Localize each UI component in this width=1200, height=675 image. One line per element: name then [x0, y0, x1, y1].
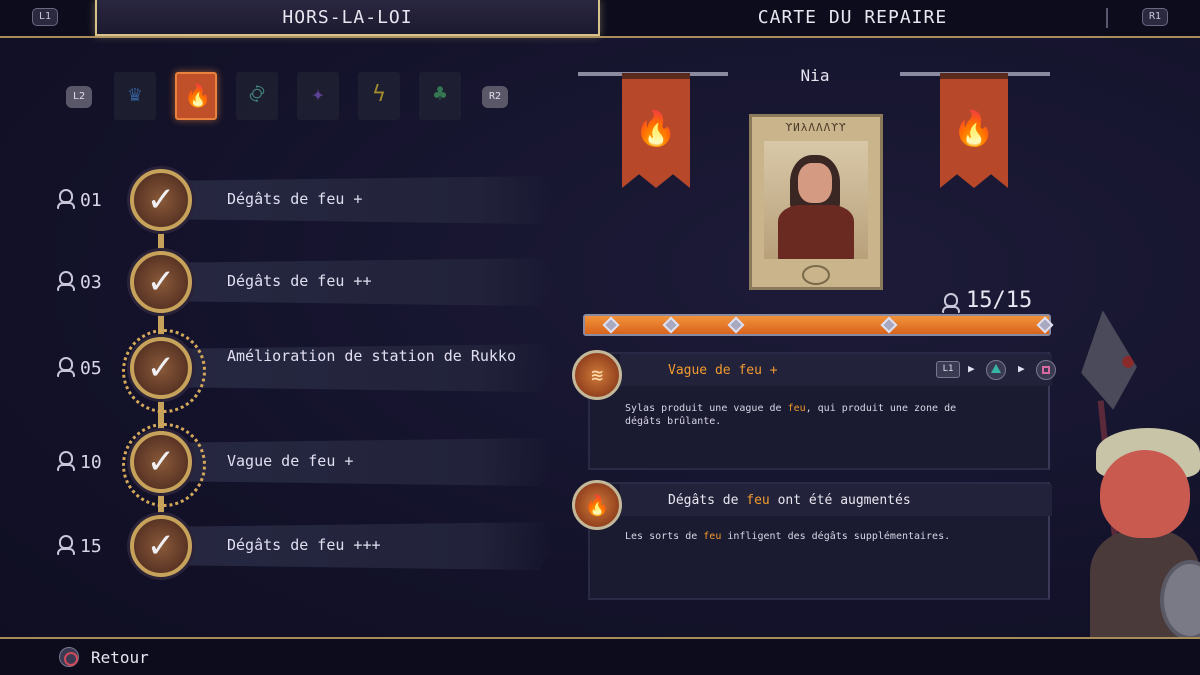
arrow-right-icon: ▶	[1018, 362, 1025, 375]
hooded-figure-icon	[55, 188, 77, 210]
ability-card-fire-damage: Dégâts de feu ont été augmentés 🔥 Les so…	[572, 480, 1052, 600]
card-description: Sylas produit une vague de feu, qui prod…	[625, 402, 965, 428]
poster-title: ϒͶλΛΛΛϒϒ	[785, 121, 847, 134]
goblin-character-art	[1060, 307, 1200, 640]
r2-shoulder-button[interactable]: R2	[482, 86, 508, 108]
skill-unlocked-medal: ✓	[130, 251, 192, 313]
skill-screen: L1 HORS-LA-LOI CARTE DU REPAIRE R1 L2 ♛ 🔥…	[0, 0, 1200, 675]
fire-banner-right: 🔥	[940, 73, 1008, 188]
card-title: Vague de feu +	[668, 363, 778, 378]
skill-unlocked-medal: ✓	[130, 515, 192, 577]
desc-text: Les sorts de	[625, 531, 704, 542]
tab-divider	[1106, 8, 1108, 28]
wind-icon: ࿂	[248, 82, 266, 107]
skill-level: 05	[80, 358, 102, 379]
skill-name: Dégâts de feu +	[227, 190, 363, 208]
portrait-face	[798, 163, 832, 203]
hood-glyph	[940, 292, 962, 314]
skill-level: 15	[80, 536, 102, 557]
title-text: Dégâts de	[668, 493, 747, 508]
skill-row[interactable]: 03 ✓ Dégâts de feu ++	[0, 251, 560, 313]
l2-shoulder-button[interactable]: L2	[66, 86, 92, 108]
skill-unlocked-medal: ✓	[130, 169, 192, 231]
skill-level: 03	[80, 272, 102, 293]
title-text: ont été augmentés	[769, 493, 911, 508]
bottom-bar: Retour	[0, 637, 1200, 675]
skill-row[interactable]: 01 ✓ Dégâts de feu +	[0, 169, 560, 231]
circle-button-icon[interactable]	[59, 647, 79, 667]
desc-highlight: feu	[787, 403, 806, 414]
flame-icon: 🔥	[572, 480, 622, 530]
character-face	[1100, 450, 1190, 538]
category-tab[interactable]: 🔥	[175, 72, 217, 120]
category-tab[interactable]: ♛	[114, 72, 156, 120]
butterfly-icon: ✦	[311, 82, 325, 107]
fire-icon: 🔥	[952, 109, 996, 149]
top-tab-bar: L1 HORS-LA-LOI CARTE DU REPAIRE R1	[0, 0, 1200, 38]
checkmark-icon: ✓	[146, 262, 176, 302]
fire-banner-left: 🔥	[622, 73, 690, 188]
fire-wave-icon: ≋	[572, 350, 622, 400]
arrow-right-icon: ▶	[968, 362, 975, 375]
hooded-figure-icon	[55, 270, 77, 292]
skill-row[interactable]: 15 ✓ Dégâts de feu +++	[0, 515, 560, 577]
hooded-figure-icon	[55, 356, 77, 378]
checkmark-icon: ✓	[146, 348, 176, 388]
ability-card-fire-wave: Vague de feu + L1 ▶ ▶ ≋ Sylas produit un…	[572, 350, 1056, 470]
tab-hors-la-loi[interactable]: HORS-LA-LOI	[95, 0, 600, 36]
card-header: Vague de feu + L1 ▶ ▶	[620, 354, 1056, 386]
category-tab[interactable]: ✦	[297, 72, 339, 120]
skill-row[interactable]: 05 ✓ Amélioration de station de Rukko	[0, 329, 560, 413]
square-button-icon	[1036, 360, 1056, 380]
checkmark-icon: ✓	[146, 526, 176, 566]
crown-icon: ♛	[128, 82, 142, 107]
category-tab[interactable]: ϟ	[358, 72, 400, 120]
l1-shoulder-button[interactable]: L1	[32, 8, 58, 26]
skill-row[interactable]: 10 ✓ Vague de feu +	[0, 423, 560, 507]
skill-name: Vague de feu +	[227, 452, 354, 470]
desc-highlight: feu	[703, 531, 722, 542]
title-highlight: feu	[746, 493, 770, 508]
leaf-icon: ♣	[433, 82, 447, 107]
lightning-icon: ϟ	[372, 82, 386, 107]
category-tab[interactable]: ♣	[419, 72, 461, 120]
tab-carte-du-repaire[interactable]: CARTE DU REPAIRE	[600, 0, 1105, 36]
skill-level: 01	[80, 190, 102, 211]
r1-shoulder-button[interactable]: R1	[1142, 8, 1168, 26]
progress-count: 15/15	[966, 288, 1033, 313]
skill-name: Amélioration de station de Rukko	[227, 347, 516, 365]
desc-text: infligent des dégâts supplémentaires.	[721, 531, 951, 542]
fire-icon: 🔥	[184, 84, 212, 109]
triangle-button-icon	[986, 360, 1006, 380]
card-header: Dégâts de feu ont été augmentés	[620, 484, 1052, 516]
back-button[interactable]: Retour	[91, 648, 149, 667]
skill-level: 10	[80, 452, 102, 473]
skill-unlocked-medal: ✓	[122, 423, 206, 507]
card-title: Dégâts de feu ont été augmentés	[668, 493, 911, 508]
character-portrait	[764, 141, 868, 259]
button-combo: L1 ▶ ▶	[936, 360, 1066, 380]
wanted-poster: ϒͶλΛΛΛϒϒ	[749, 114, 883, 290]
skill-name: Dégâts de feu ++	[227, 272, 372, 290]
poster-emblem-icon	[802, 265, 830, 285]
hooded-figure-icon	[55, 450, 77, 472]
hooded-figure-icon	[55, 534, 77, 556]
card-description: Les sorts de feu infligent des dégâts su…	[625, 530, 965, 543]
progress-bar	[583, 314, 1054, 336]
skill-unlocked-medal: ✓	[122, 329, 206, 413]
portrait-torso	[778, 205, 854, 259]
character-name: Nia	[800, 66, 830, 85]
desc-text: Sylas produit une vague de	[625, 403, 788, 414]
fire-icon: 🔥	[634, 109, 678, 149]
l1-button-icon: L1	[936, 361, 960, 378]
spear-head	[1075, 307, 1141, 412]
hooded-figure-icon	[940, 292, 962, 314]
checkmark-icon: ✓	[146, 180, 176, 220]
progress-fill	[585, 316, 1049, 334]
checkmark-icon: ✓	[146, 442, 176, 482]
skill-name: Dégâts de feu +++	[227, 536, 381, 554]
category-tab[interactable]: ࿂	[236, 72, 278, 120]
